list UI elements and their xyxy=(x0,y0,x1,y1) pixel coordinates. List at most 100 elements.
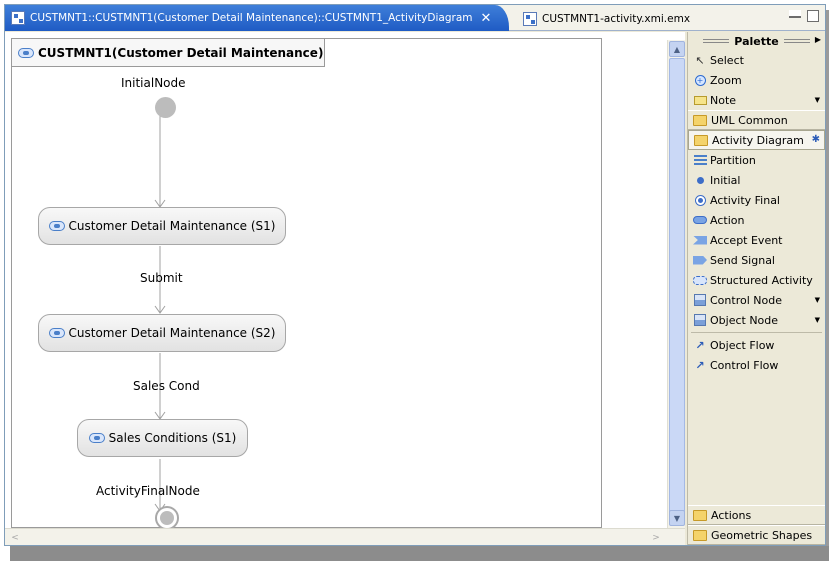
palette-separator xyxy=(691,332,822,333)
palette-item-zoom[interactable]: + Zoom xyxy=(688,70,825,90)
tab-label: CUSTMNT1-activity.xmi.emx xyxy=(542,13,691,25)
palette-item-control-node[interactable]: Control Node ▼ xyxy=(688,290,825,310)
zoom-icon: + xyxy=(694,74,706,86)
drawer-label: Activity Diagram xyxy=(712,133,804,147)
grip-icon xyxy=(703,39,730,43)
drawer-label: UML Common xyxy=(711,113,788,127)
palette-item-label: Action xyxy=(710,213,745,227)
palette-item-activity-final[interactable]: Activity Final xyxy=(688,190,825,210)
pin-icon[interactable]: ✱ xyxy=(812,134,820,145)
tab-label: CUSTMNT1::CUSTMNT1(Customer Detail Maint… xyxy=(30,12,473,24)
palette-item-label: Note xyxy=(710,93,737,107)
palette-item-note[interactable]: Note ▼ xyxy=(688,90,825,110)
folder-icon xyxy=(693,114,707,126)
edge-label: Sales Cond xyxy=(133,379,200,393)
select-arrow-icon: ↖ xyxy=(695,53,705,67)
chevron-down-icon[interactable]: ▼ xyxy=(815,296,820,304)
scroll-left-icon[interactable]: < xyxy=(7,530,23,545)
palette-item-control-flow[interactable]: ↗ Control Flow xyxy=(688,355,825,375)
close-icon[interactable]: ✕ xyxy=(480,11,491,26)
palette-item-object-node[interactable]: Object Node ▼ xyxy=(688,310,825,330)
editor-window: CUSTMNT1::CUSTMNT1(Customer Detail Maint… xyxy=(4,4,826,546)
palette-bottom-drawers: Actions Geometric Shapes xyxy=(688,505,825,545)
activity-final-node[interactable] xyxy=(155,506,179,530)
activity-frame[interactable]: CUSTMNT1(Customer Detail Maintenance) In… xyxy=(11,38,602,530)
palette-item-label: Zoom xyxy=(710,73,742,87)
editor-tab-bar: CUSTMNT1::CUSTMNT1(Customer Detail Maint… xyxy=(5,5,825,31)
control-flow-icon: ↗ xyxy=(695,358,705,372)
action-node[interactable]: Customer Detail Maintenance (S1) xyxy=(38,207,286,245)
palette-item-select[interactable]: ↖ Select xyxy=(688,50,825,70)
drawer-label: Actions xyxy=(711,508,752,522)
palette-item-object-flow[interactable]: ↗ Object Flow xyxy=(688,335,825,355)
palette-item-accept-event[interactable]: Accept Event xyxy=(688,230,825,250)
palette-item-action[interactable]: Action xyxy=(688,210,825,230)
drawer-activity-diagram[interactable]: Activity Diagram ✱ xyxy=(688,130,825,150)
drawer-uml-common[interactable]: UML Common xyxy=(688,110,825,130)
edge-label: Submit xyxy=(140,271,183,285)
chevron-down-icon[interactable]: ▼ xyxy=(815,316,820,324)
palette-item-label: Select xyxy=(710,53,744,67)
initial-node-label: InitialNode xyxy=(121,76,186,90)
folder-icon xyxy=(693,509,707,521)
action-icon xyxy=(48,328,65,338)
palette-item-label: Object Flow xyxy=(710,338,775,352)
partition-icon xyxy=(693,155,707,165)
palette-item-label: Send Signal xyxy=(710,253,775,267)
palette-item-label: Control Flow xyxy=(710,358,779,372)
palette-item-label: Structured Activity xyxy=(710,273,813,287)
drawer-label: Geometric Shapes xyxy=(711,528,813,542)
final-node-label: ActivityFinalNode xyxy=(96,484,200,498)
palette-title: Palette xyxy=(734,34,779,48)
action-node[interactable]: Sales Conditions (S1) xyxy=(77,419,248,457)
tab-emx-file[interactable]: CUSTMNT1-activity.xmi.emx xyxy=(523,7,733,31)
window-controls xyxy=(789,10,819,22)
action-label: Customer Detail Maintenance (S1) xyxy=(68,219,276,233)
palette-item-label: Accept Event xyxy=(710,233,783,247)
vertical-scrollbar[interactable]: ▲ ▼ xyxy=(667,40,685,528)
folder-icon xyxy=(693,529,707,541)
note-icon xyxy=(693,95,707,105)
folder-open-icon xyxy=(694,134,708,146)
action-label: Sales Conditions (S1) xyxy=(108,431,237,445)
palette-item-structured-activity[interactable]: Structured Activity xyxy=(688,270,825,290)
maximize-icon[interactable] xyxy=(807,10,819,22)
scroll-thumb[interactable] xyxy=(669,58,685,524)
palette-item-partition[interactable]: Partition xyxy=(688,150,825,170)
diagram-canvas[interactable]: CUSTMNT1(Customer Detail Maintenance) In… xyxy=(5,32,685,530)
palette-item-label: Activity Final xyxy=(710,193,780,207)
palette-item-initial[interactable]: Initial xyxy=(688,170,825,190)
initial-node-icon xyxy=(696,176,704,184)
object-node-icon xyxy=(694,314,706,326)
control-node-icon xyxy=(694,294,706,306)
structured-activity-icon xyxy=(693,275,707,285)
drawer-geometric-shapes[interactable]: Geometric Shapes xyxy=(688,525,825,545)
minimize-icon[interactable] xyxy=(789,10,801,18)
action-icon xyxy=(48,221,65,231)
initial-node[interactable] xyxy=(155,97,176,118)
diagram-file-icon xyxy=(11,11,25,25)
palette-item-label: Object Node xyxy=(710,313,779,327)
window-shadow-bottom xyxy=(10,546,829,561)
accept-event-icon xyxy=(693,235,707,245)
palette-item-label: Control Node xyxy=(710,293,782,307)
action-label: Customer Detail Maintenance (S2) xyxy=(68,326,276,340)
action-icon xyxy=(693,216,707,224)
palette-item-send-signal[interactable]: Send Signal xyxy=(688,250,825,270)
scroll-right-icon[interactable]: > xyxy=(648,530,664,545)
horizontal-scrollbar[interactable]: < > xyxy=(5,528,685,545)
action-icon xyxy=(88,433,105,443)
grip-icon xyxy=(783,39,810,43)
activity-final-icon xyxy=(694,194,706,206)
object-flow-icon: ↗ xyxy=(695,338,705,352)
palette-header[interactable]: Palette ▶ xyxy=(688,32,825,50)
tab-activity-diagram[interactable]: CUSTMNT1::CUSTMNT1(Customer Detail Maint… xyxy=(5,5,509,31)
drawer-actions[interactable]: Actions xyxy=(688,505,825,525)
palette-panel: Palette ▶ ↖ Select + Zoom Note ▼ UML Com… xyxy=(687,32,825,545)
palette-item-label: Initial xyxy=(710,173,741,187)
scroll-down-icon[interactable]: ▼ xyxy=(669,510,685,526)
palette-menu-icon[interactable]: ▶ xyxy=(815,35,821,44)
chevron-down-icon[interactable]: ▼ xyxy=(815,96,820,104)
scroll-up-icon[interactable]: ▲ xyxy=(669,41,685,57)
action-node[interactable]: Customer Detail Maintenance (S2) xyxy=(38,314,286,352)
